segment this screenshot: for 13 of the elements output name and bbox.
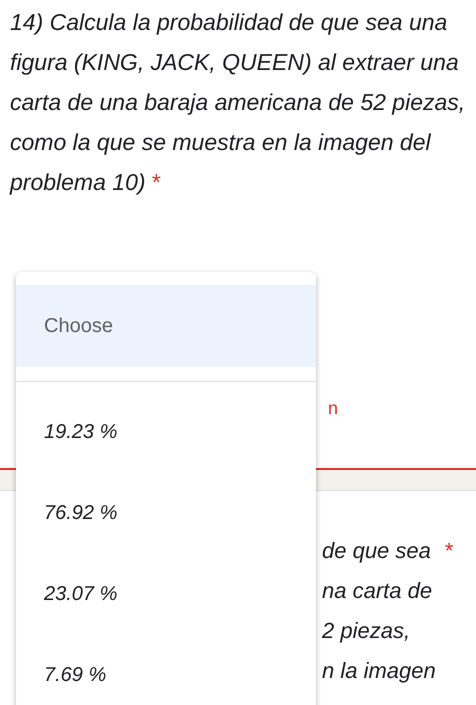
question-text: de que sea [322,538,431,564]
dropdown-option[interactable]: 7.69 % [16,635,316,705]
dropdown-option[interactable]: Choose [16,285,316,367]
dropdown-option[interactable]: 76.92 % [16,473,316,554]
required-asterisk: * [444,538,454,564]
error-text: n [328,398,338,418]
required-asterisk: * [152,169,161,195]
question-text: 2 piezas, [322,618,410,644]
dropdown-option[interactable]: 19.23 % [16,392,316,473]
question-text: na carta de [322,578,432,604]
question-text: n la imagen [322,658,436,684]
question-text: 14) Calcula la probabilidad de que sea una figura (KING, JACK, QUEEN) al extraer una carta de una baraja americana de 52 piezas, como la que se muestra en la imagen del problema 10) * [10,8,466,197]
dropdown-option[interactable]: 23.07 % [16,554,316,635]
